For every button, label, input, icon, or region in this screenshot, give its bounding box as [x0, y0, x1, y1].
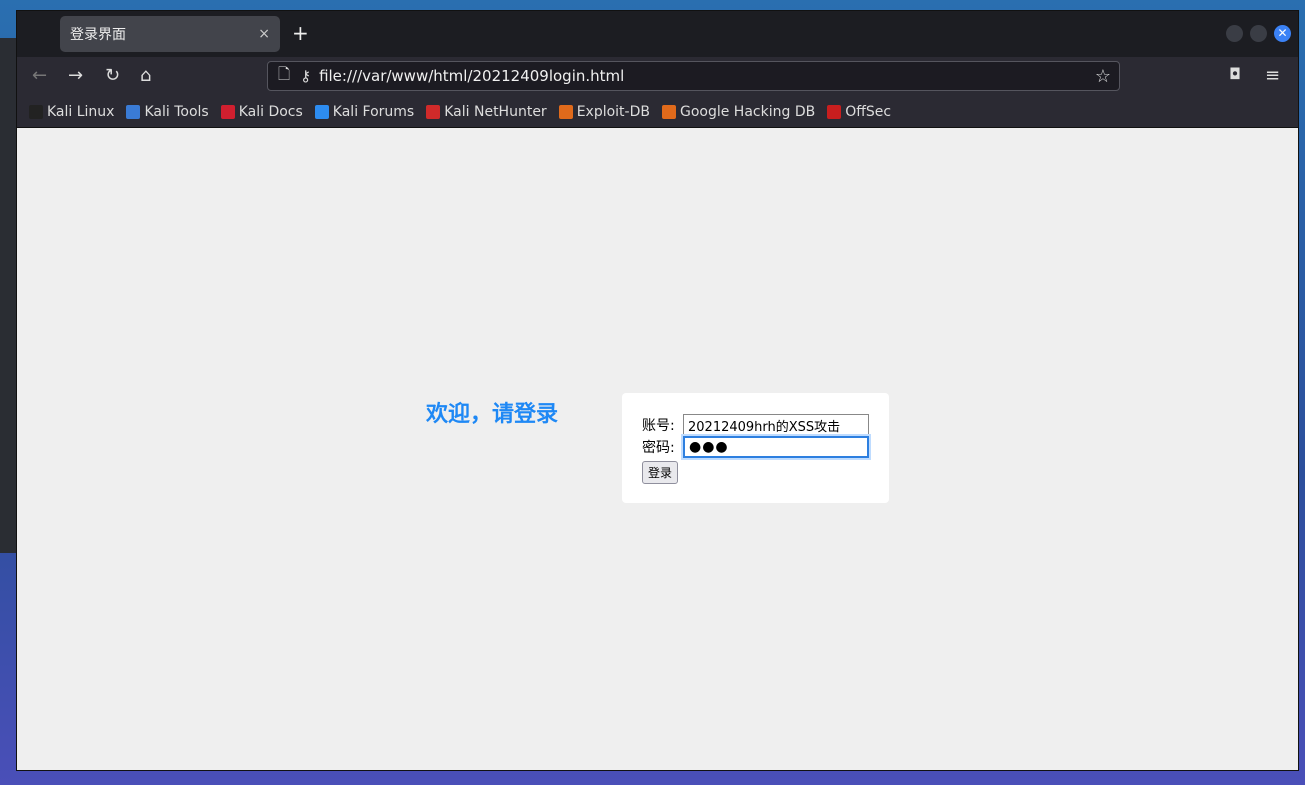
url-text: file:///var/www/html/20212409login.html	[319, 67, 625, 85]
bookmark-item[interactable]: OffSec	[827, 104, 891, 120]
nav-bar: ← → ↻ ⌂ 🗋 ⚷ file:///var/www/html/2021240…	[17, 57, 1298, 97]
close-tab-icon[interactable]: ×	[258, 26, 270, 42]
bookmark-item[interactable]: Google Hacking DB	[661, 104, 816, 120]
bookmark-icon	[29, 105, 43, 119]
menu-icon[interactable]: ≡	[1265, 65, 1280, 86]
back-icon[interactable]: ←	[32, 65, 47, 86]
home-icon[interactable]: ⌂	[140, 65, 151, 86]
maximize-button[interactable]	[1250, 25, 1267, 42]
bookmark-label: Exploit-DB	[576, 104, 650, 120]
bookmark-item[interactable]: Kali NetHunter	[426, 104, 547, 120]
bookmark-label: OffSec	[845, 104, 892, 120]
bookmark-icon	[426, 105, 441, 119]
browser-window: 登录界面 × + ✕ ← → ↻ ⌂ 🗋 ⚷ file:///var/www/h…	[16, 10, 1299, 771]
star-icon[interactable]: ☆	[1095, 66, 1111, 87]
bookmark-label: Kali Forums	[332, 104, 415, 120]
bookmark-icon	[314, 105, 329, 119]
welcome-heading: 欢迎，请登录	[426, 402, 559, 427]
minimize-button[interactable]	[1226, 25, 1243, 42]
account-label: 账号:	[642, 418, 675, 434]
login-button[interactable]: 登录	[642, 461, 679, 484]
tab-title: 登录界面	[70, 27, 126, 43]
bookmark-icon	[558, 105, 573, 119]
close-window-button[interactable]: ✕	[1274, 25, 1291, 42]
login-form: 账号: 密码: ●●● 登录	[622, 393, 889, 503]
password-label: 密码:	[642, 440, 675, 456]
bookmark-label: Kali Tools	[144, 104, 209, 120]
bookmark-item[interactable]: Kali Tools	[126, 104, 209, 120]
account-input[interactable]	[683, 414, 869, 436]
bookmarks-bar: Kali Linux Kali Tools Kali Docs Kali Forums…	[17, 97, 1298, 128]
bookmark-label: Kali Docs	[238, 104, 303, 120]
page-content: 欢迎，请登录 账号: 密码: ●●● 登录	[17, 128, 1298, 770]
bookmark-icon	[661, 105, 676, 119]
bookmark-label: Google Hacking DB	[679, 104, 816, 120]
bookmark-icon	[827, 105, 842, 119]
page-icon: 🗋	[278, 64, 291, 83]
bookmark-icon	[126, 105, 141, 119]
address-bar[interactable]: 🗋 ⚷ file:///var/www/html/20212409login.h…	[267, 61, 1120, 91]
forward-icon[interactable]: →	[68, 65, 83, 86]
tab-login[interactable]: 登录界面 ×	[60, 16, 280, 52]
bookmark-icon	[220, 105, 235, 119]
tab-bar: 登录界面 × + ✕	[17, 11, 1298, 57]
bookmark-item[interactable]: Kali Docs	[220, 104, 303, 120]
key-icon: ⚷	[300, 67, 312, 85]
reload-icon[interactable]: ↻	[105, 65, 120, 86]
password-input[interactable]: ●●●	[683, 436, 869, 458]
bookmark-item[interactable]: Kali Linux	[29, 104, 114, 120]
bookmark-item[interactable]: Kali Forums	[314, 104, 415, 120]
bookmark-label: Kali NetHunter	[444, 104, 547, 120]
new-tab-button[interactable]: +	[292, 21, 309, 45]
pocket-icon[interactable]: ◘	[1229, 65, 1241, 83]
bookmark-item[interactable]: Exploit-DB	[558, 104, 650, 120]
bookmark-label: Kali Linux	[47, 104, 115, 120]
